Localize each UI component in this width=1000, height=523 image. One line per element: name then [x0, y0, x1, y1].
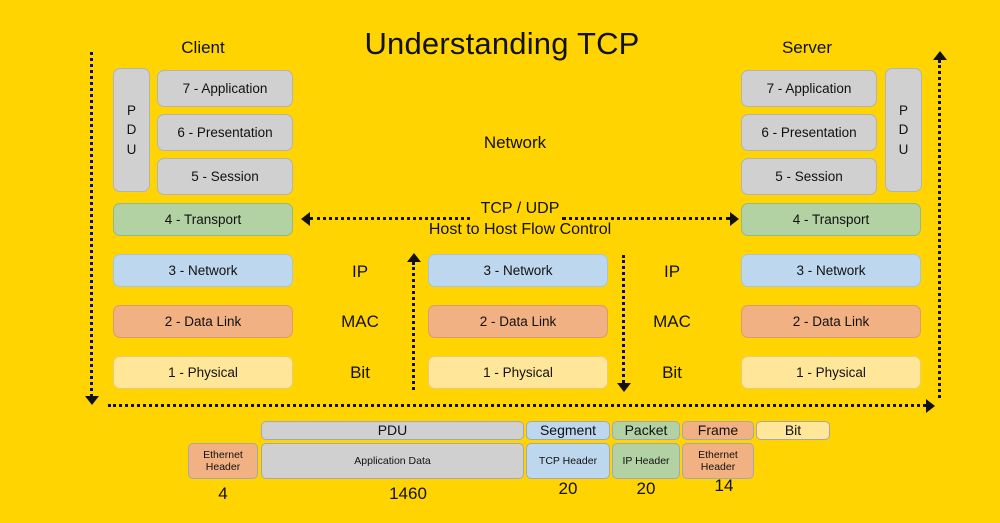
encap-top-segment[interactable]: Segment [526, 421, 610, 440]
server-layer-6[interactable]: 6 - Presentation [741, 114, 877, 151]
client-layer-3[interactable]: 3 - Network [113, 254, 293, 287]
encap-bottom-ip-header[interactable]: IP Header [612, 443, 680, 479]
client-layer-5[interactable]: 5 - Session [157, 158, 293, 195]
left-protocol-mac: MAC [341, 312, 379, 331]
server-layer-7[interactable]: 7 - Application [741, 70, 877, 107]
encap-bottom-ethernet-header-right[interactable]: Ethernet Header [682, 443, 754, 479]
server-heading: Server [781, 38, 833, 57]
client-pdu-letter-p: P [126, 102, 136, 118]
server-layer-3[interactable]: 3 - Network [741, 254, 921, 287]
middle-up-dotted-line [412, 262, 415, 390]
right-protocol-bit: Bit [662, 363, 682, 382]
right-protocol-ip: IP [663, 262, 681, 281]
transport-link-subtitle: Host to Host Flow Control [428, 221, 612, 238]
middle-arrow-up-icon [407, 253, 421, 262]
left-protocol-ip: IP [351, 262, 369, 281]
diagram-canvas: Understanding TCP Client Server Network … [0, 0, 1000, 523]
transport-arrow-left-icon [301, 212, 310, 226]
client-pdu-letter-u: U [126, 141, 137, 157]
client-layer-1[interactable]: 1 - Physical [113, 356, 293, 389]
encap-size-14: 14 [714, 476, 734, 495]
client-flow-dotted-line [90, 52, 93, 397]
client-layer-2[interactable]: 2 - Data Link [113, 305, 293, 338]
encap-top-frame[interactable]: Frame [682, 421, 754, 440]
left-protocol-bit: Bit [350, 363, 370, 382]
encap-bottom-application-data[interactable]: Application Data [261, 443, 524, 479]
encap-bottom-ethernet-header-left[interactable]: Ethernet Header [188, 443, 258, 479]
server-layer-1[interactable]: 1 - Physical [741, 356, 921, 389]
encap-size-4: 4 [218, 484, 228, 503]
bottom-flow-dotted-line [108, 404, 926, 407]
encap-top-bit[interactable]: Bit [756, 421, 830, 440]
server-layer-4[interactable]: 4 - Transport [741, 203, 921, 236]
server-pdu-letter-u: U [898, 141, 909, 157]
middle-layer-2[interactable]: 2 - Data Link [428, 305, 608, 338]
server-pdu-bar: P D U [885, 68, 922, 192]
transport-dotted-left [310, 217, 470, 220]
middle-layer-1[interactable]: 1 - Physical [428, 356, 608, 389]
transport-link-title: TCP / UDP [480, 200, 560, 217]
server-layer-2[interactable]: 2 - Data Link [741, 305, 921, 338]
encap-bottom-tcp-header[interactable]: TCP Header [526, 443, 610, 479]
transport-dotted-right [562, 217, 730, 220]
encap-size-20-ip: 20 [636, 479, 656, 498]
client-layer-7[interactable]: 7 - Application [157, 70, 293, 107]
client-heading: Client [181, 38, 225, 57]
server-flow-dotted-line [938, 60, 941, 398]
encap-top-pdu[interactable]: PDU [261, 421, 524, 440]
encap-top-packet[interactable]: Packet [612, 421, 680, 440]
right-protocol-mac: MAC [653, 312, 691, 331]
center-network-label: Network [483, 133, 547, 152]
client-pdu-bar: P D U [113, 68, 150, 192]
page-title: Understanding TCP [364, 26, 640, 61]
encap-size-1460: 1460 [389, 484, 427, 503]
client-layer-6[interactable]: 6 - Presentation [157, 114, 293, 151]
server-pdu-letter-d: D [898, 122, 909, 138]
client-flow-arrow-down-icon [85, 396, 99, 405]
middle-layer-3[interactable]: 3 - Network [428, 254, 608, 287]
encap-size-20-tcp: 20 [558, 479, 578, 498]
client-pdu-letter-d: D [126, 122, 137, 138]
middle-arrow-down-icon [617, 383, 631, 392]
server-layer-5[interactable]: 5 - Session [741, 158, 877, 195]
server-flow-arrow-up-icon [933, 51, 947, 60]
bottom-flow-arrow-right-icon [926, 399, 935, 413]
middle-down-dotted-line [622, 255, 625, 383]
transport-arrow-right-icon [730, 212, 739, 226]
client-layer-4[interactable]: 4 - Transport [113, 203, 293, 236]
server-pdu-letter-p: P [898, 102, 908, 118]
